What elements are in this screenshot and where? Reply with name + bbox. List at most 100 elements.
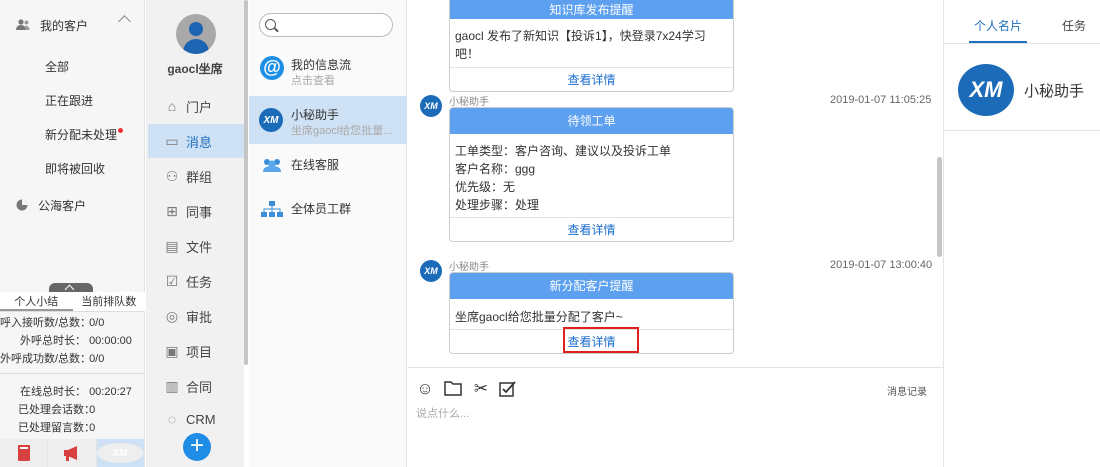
divider <box>944 130 1100 131</box>
megaphone-icon <box>63 446 77 461</box>
conversation-item-all-staff[interactable]: 全体员工群 <box>249 188 407 228</box>
conversation-subtitle: 坐席gaocl给您批量... <box>291 125 393 137</box>
xm-logo-icon: XM <box>420 260 442 282</box>
announce-button[interactable] <box>48 439 97 467</box>
checkbox-icon[interactable] <box>499 380 517 398</box>
assistant-button[interactable]: XM <box>96 439 145 467</box>
tab-personal-summary[interactable]: 个人小结 <box>0 292 73 311</box>
sidebar-item-expiring[interactable]: 即将被回收 <box>0 152 145 186</box>
message-history-link[interactable]: 消息记录 <box>887 383 927 398</box>
xm-logo-icon: XM <box>259 108 283 132</box>
emoji-icon[interactable]: ☺ <box>416 380 434 398</box>
card-header: 新分配客户提醒 <box>450 273 733 299</box>
card-header: 待领工单 <box>450 108 733 134</box>
sea-customers-label: 公海客户 <box>38 198 87 213</box>
sidebar-item-new-assigned[interactable]: 新分配未处理 <box>0 118 145 152</box>
message-icon: ▭ <box>165 133 179 149</box>
message-timestamp: 2019-01-07 11:05:25 <box>830 94 932 106</box>
unread-dot <box>118 128 124 133</box>
nav-item-groups[interactable]: ⚇ 群组 <box>148 159 244 193</box>
contract-icon: ▥ <box>165 378 179 394</box>
tab-business-card[interactable]: 个人名片 <box>974 17 1022 34</box>
nav-item-tasks[interactable]: ☑ 任务 <box>148 264 244 298</box>
card-name: 小秘助手 <box>1024 83 1085 100</box>
highlight-box <box>563 327 639 353</box>
conversation-title: 在线客服 <box>291 158 340 172</box>
headset-group-icon <box>263 159 281 172</box>
stat-messages: 已处理留言数： 0 <box>18 422 96 434</box>
search-input[interactable] <box>259 13 393 37</box>
conversation-subtitle: 点击查看 <box>291 75 335 87</box>
plus-icon: + <box>189 432 204 459</box>
nav-item-files[interactable]: ▤ 文件 <box>148 229 244 263</box>
card-header: 知识库发布提醒 <box>450 0 733 19</box>
nav-scrollbar[interactable] <box>244 0 248 365</box>
conversation-title: 我的信息流 <box>291 58 352 72</box>
my-customers-label: 我的客户 <box>40 18 89 33</box>
message-input[interactable]: 说点什么... <box>416 405 469 421</box>
chat-scrollbar[interactable] <box>937 157 942 257</box>
message-timestamp: 2019-01-07 13:00:40 <box>830 259 933 271</box>
crm-icon: ◌ <box>167 411 177 427</box>
scissors-icon[interactable]: ✂ <box>472 380 490 398</box>
view-details-link[interactable]: 查看详情 <box>450 217 733 241</box>
stat-inbound: 呼入接听数/总数： 0/0 <box>0 317 105 329</box>
task-icon: ☑ <box>165 273 179 289</box>
sidebar-item-following[interactable]: 正在跟进 <box>0 84 145 118</box>
group-icon: ⚇ <box>165 168 179 184</box>
book-button[interactable] <box>0 439 49 467</box>
bottom-toolbar: XM <box>0 439 145 467</box>
sidebar-item-all[interactable]: 全部 <box>0 50 145 84</box>
conversation-item-online-service[interactable]: 在线客服 <box>249 144 407 184</box>
tab-tasks[interactable]: 任务 <box>1062 17 1086 34</box>
nav-item-projects[interactable]: ▣ 项目 <box>148 334 244 368</box>
xm-logo-icon: XM <box>958 64 1014 116</box>
project-icon: ▣ <box>165 343 179 359</box>
at-icon: @ <box>260 56 284 80</box>
stat-online-duration: 在线总时长： 00:20:27 <box>20 386 132 398</box>
sea-customers-item[interactable]: 公海客户 <box>0 188 145 222</box>
avatar[interactable] <box>176 14 216 54</box>
folder-icon[interactable] <box>444 380 462 398</box>
add-button[interactable]: + <box>183 433 211 461</box>
stat-outbound-success: 外呼成功数/总数： 0/0 <box>0 353 105 365</box>
xm-logo-icon: XM <box>420 95 442 117</box>
nav-item-portal[interactable]: ⌂ 门户 <box>148 89 244 123</box>
book-icon <box>17 445 30 461</box>
nav-item-crm[interactable]: ◌ CRM <box>148 404 244 434</box>
tab-queue-count[interactable]: 当前排队数 <box>73 292 146 311</box>
user-name: gaocl坐席 <box>167 62 223 76</box>
stat-outbound-duration: 外呼总时长： 00:00:00 <box>20 335 132 347</box>
home-icon: ⌂ <box>167 98 177 114</box>
xm-logo-icon: XM <box>96 443 144 463</box>
card-body: gaocl 发布了新知识【投诉1】，快登录7x24学习吧！ <box>455 29 706 61</box>
search-icon <box>265 19 276 30</box>
org-tree-icon <box>261 201 283 217</box>
users-icon <box>16 19 30 30</box>
stat-sessions: 已处理会话数： 0 <box>18 404 96 416</box>
pie-chart-icon <box>16 199 28 211</box>
conversation-title: 小秘助手 <box>291 108 340 122</box>
view-details-link[interactable]: 查看详情 <box>450 67 733 91</box>
sender-name: 小秘助手 <box>449 262 489 273</box>
tab-underline <box>969 41 1027 43</box>
conversation-item-feed[interactable]: @ 我的信息流 点击查看 <box>249 46 407 94</box>
divider <box>408 367 943 368</box>
tab-divider <box>944 43 1100 44</box>
nav-item-colleagues[interactable]: ⊞ 同事 <box>148 194 244 228</box>
nav-item-contracts[interactable]: ▥ 合同 <box>148 369 244 403</box>
nav-item-approval[interactable]: ◎ 审批 <box>148 299 244 333</box>
org-icon: ⊞ <box>166 203 178 219</box>
nav-item-messages[interactable]: ▭ 消息 <box>148 124 244 158</box>
my-customers-header[interactable]: 我的客户 <box>0 0 145 50</box>
stats-tabs: 个人小结 当前排队数 <box>0 292 145 312</box>
card-body: 坐席gaocl给您批量分配了客户~ <box>455 310 623 324</box>
file-icon: ▤ <box>165 238 179 254</box>
approval-icon: ◎ <box>165 308 179 324</box>
message-card-work-order: 待领工单 工单类型：客户咨询、建议以及投诉工单 客户名称：ggg 优先级：无 处… <box>449 107 734 242</box>
card-body: 工单类型：客户咨询、建议以及投诉工单 客户名称：ggg 优先级：无 处理步骤：处… <box>455 144 672 212</box>
sender-name: 小秘助手 <box>449 97 489 108</box>
conversation-item-assistant[interactable]: XM 小秘助手 坐席gaocl给您批量... <box>249 96 407 144</box>
chevron-up-icon[interactable] <box>118 15 131 28</box>
divider <box>0 373 145 374</box>
